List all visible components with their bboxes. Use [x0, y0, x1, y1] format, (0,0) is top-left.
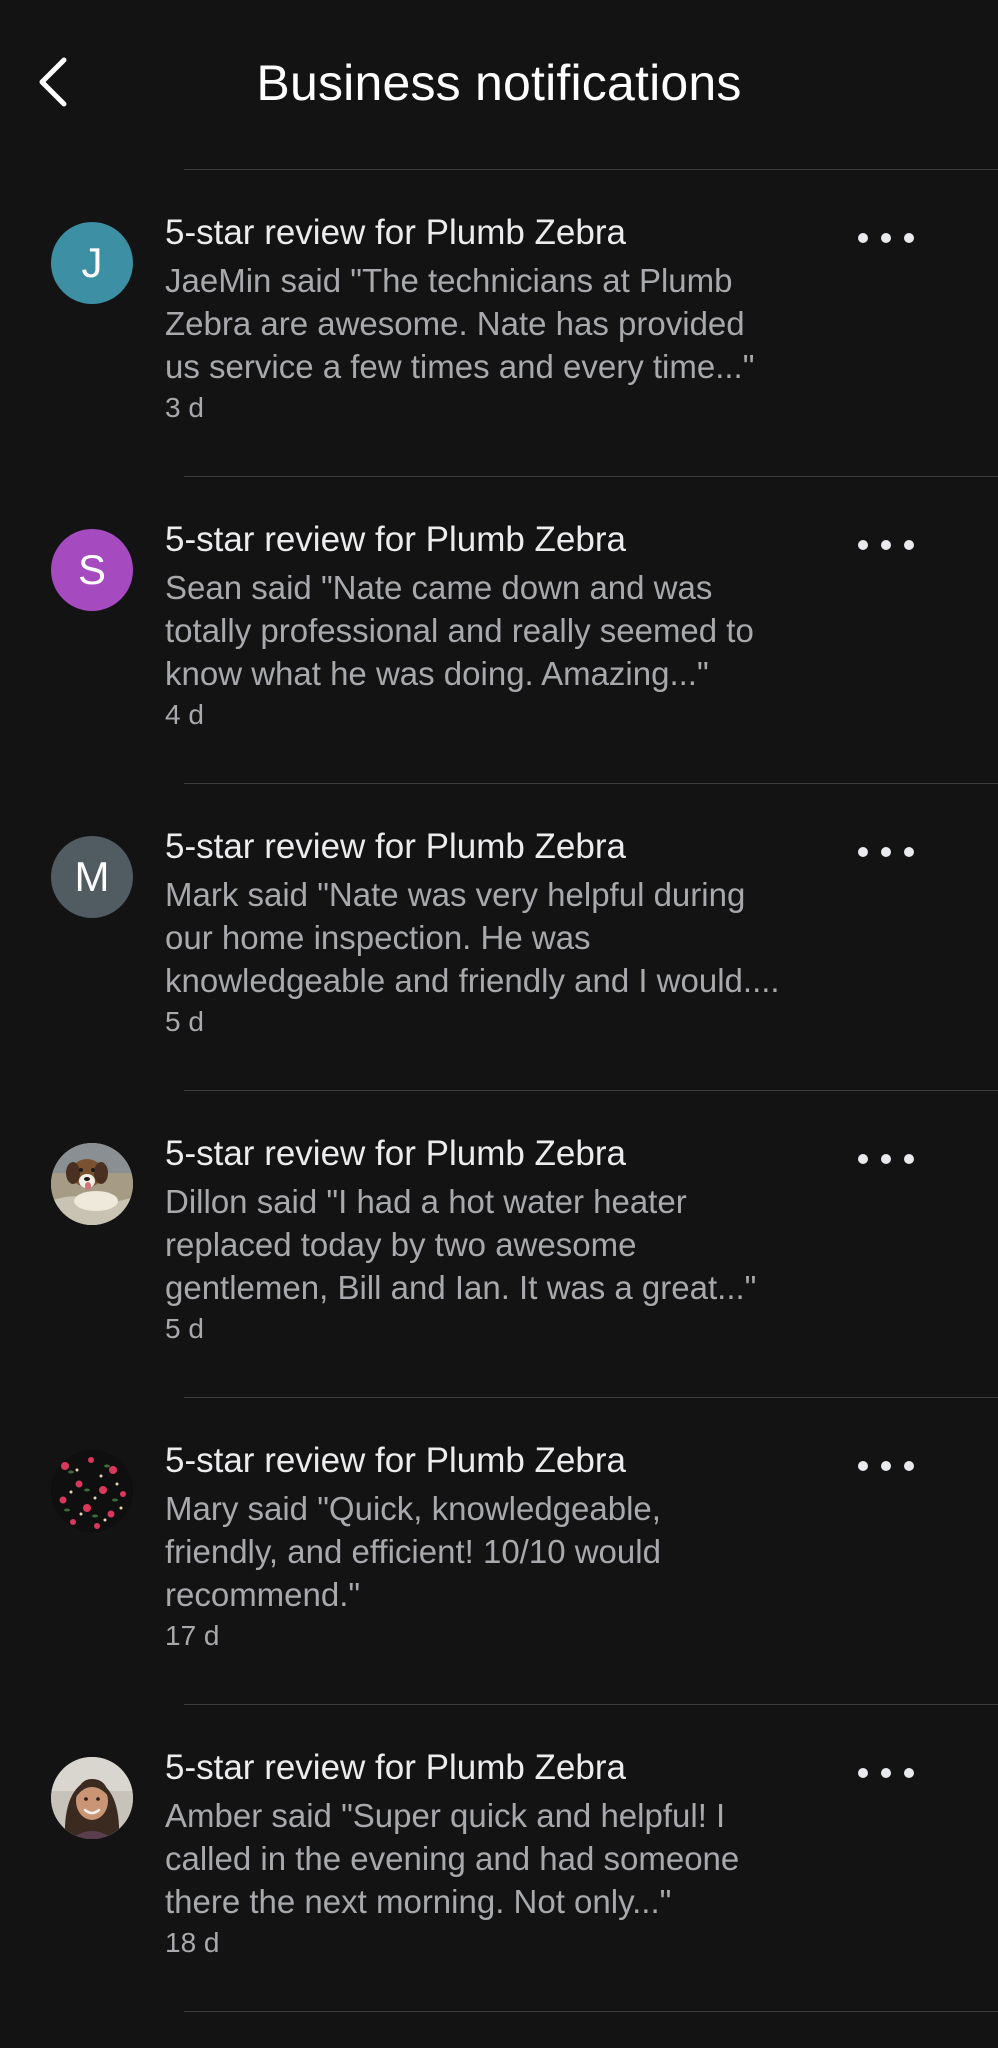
- woman-portrait-photo: [51, 1757, 133, 1839]
- avatar: J: [51, 222, 133, 304]
- page-title: Business notifications: [256, 55, 742, 111]
- more-horizontal-icon: [858, 1461, 868, 1471]
- notification-time: 3 d: [165, 392, 204, 423]
- avatar: [51, 1757, 133, 1839]
- notification-content: 5-star review for Plumb Zebra Dillon sai…: [165, 1132, 865, 1347]
- notification-body: Sean said "Nate came down and was totall…: [165, 569, 754, 692]
- more-dot: [881, 233, 891, 243]
- notification-body: Mary said "Quick, knowledgeable, friendl…: [165, 1490, 661, 1613]
- divider: [184, 2011, 998, 2012]
- notification-title: 5-star review for Plumb Zebra: [165, 213, 626, 252]
- notification-item[interactable]: 5-star review for Plumb Zebra Dillon sai…: [0, 1091, 998, 1397]
- notification-title: 5-star review for Plumb Zebra: [165, 1441, 626, 1480]
- notification-title: 5-star review for Plumb Zebra: [165, 1134, 626, 1173]
- notification-content: 5-star review for Plumb Zebra Amber said…: [165, 1746, 865, 1961]
- avatar-initial: J: [81, 239, 103, 286]
- more-dot: [904, 540, 914, 550]
- notification-item[interactable]: 5-star review for Plumb Zebra Amber said…: [0, 1705, 998, 2011]
- more-dot: [881, 1154, 891, 1164]
- notification-time: 18 d: [165, 1927, 220, 1958]
- avatar: [51, 1143, 133, 1225]
- avatar: M: [51, 836, 133, 918]
- more-dot: [904, 847, 914, 857]
- more-options-button[interactable]: [858, 527, 914, 563]
- more-horizontal-icon: [858, 540, 868, 550]
- notification-body: Mark said "Nate was very helpful during …: [165, 876, 780, 999]
- notification-time: 5 d: [165, 1006, 204, 1037]
- notification-title: 5-star review for Plumb Zebra: [165, 520, 626, 559]
- more-dot: [881, 847, 891, 857]
- dog-photo: [51, 1143, 133, 1225]
- more-options-button[interactable]: [858, 1448, 914, 1484]
- more-horizontal-icon: [858, 1768, 868, 1778]
- more-options-button[interactable]: [858, 834, 914, 870]
- notification-item[interactable]: J 5-star review for Plumb Zebra JaeMin s…: [0, 170, 998, 476]
- more-dot: [881, 1461, 891, 1471]
- header-bar: Business notifications: [0, 0, 998, 170]
- more-dot: [904, 1768, 914, 1778]
- more-dot: [881, 540, 891, 550]
- notification-title: 5-star review for Plumb Zebra: [165, 1748, 626, 1787]
- more-dot: [881, 1768, 891, 1778]
- notification-time: 5 d: [165, 1313, 204, 1344]
- notification-content: 5-star review for Plumb Zebra Mark said …: [165, 825, 865, 1040]
- notification-body: Dillon said "I had a hot water heater re…: [165, 1183, 757, 1306]
- avatar-initial: M: [74, 853, 110, 900]
- avatar: S: [51, 529, 133, 611]
- more-horizontal-icon: [858, 233, 868, 243]
- more-horizontal-icon: [858, 847, 868, 857]
- avatar: [51, 1450, 133, 1532]
- notification-time: 4 d: [165, 699, 204, 730]
- notification-content: 5-star review for Plumb Zebra JaeMin sai…: [165, 211, 865, 426]
- more-dot: [904, 1154, 914, 1164]
- notification-content: 5-star review for Plumb Zebra Mary said …: [165, 1439, 865, 1654]
- more-options-button[interactable]: [858, 220, 914, 256]
- more-options-button[interactable]: [858, 1755, 914, 1791]
- notification-item[interactable]: S 5-star review for Plumb Zebra Sean sai…: [0, 477, 998, 783]
- avatar-initial: S: [77, 546, 106, 593]
- notification-body: JaeMin said "The technicians at Plumb Ze…: [165, 262, 755, 385]
- notification-content: 5-star review for Plumb Zebra Sean said …: [165, 518, 865, 733]
- notification-time: 17 d: [165, 1620, 220, 1651]
- floral-pattern-photo: [51, 1450, 133, 1532]
- notification-title: 5-star review for Plumb Zebra: [165, 827, 626, 866]
- notification-list: J 5-star review for Plumb Zebra JaeMin s…: [0, 169, 998, 2012]
- more-horizontal-icon: [858, 1154, 868, 1164]
- more-options-button[interactable]: [858, 1141, 914, 1177]
- notification-body: Amber said "Super quick and helpful! I c…: [165, 1797, 740, 1920]
- more-dot: [904, 233, 914, 243]
- notification-item[interactable]: M 5-star review for Plumb Zebra Mark sai…: [0, 784, 998, 1090]
- notification-item[interactable]: 5-star review for Plumb Zebra Mary said …: [0, 1398, 998, 1704]
- more-dot: [904, 1461, 914, 1471]
